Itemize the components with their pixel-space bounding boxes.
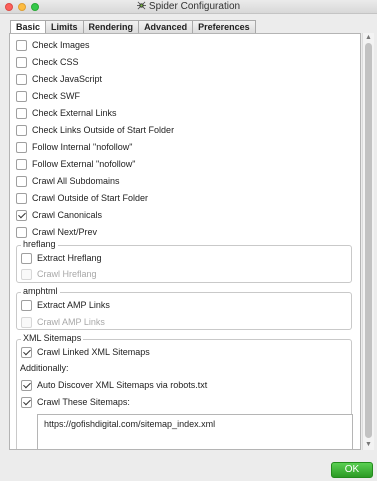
option-label: Auto Discover XML Sitemaps via robots.tx… [37,380,208,390]
option-crawl-hreflang: Crawl Hreflang [21,268,97,280]
spider-icon [136,1,146,10]
ok-button[interactable]: OK [331,462,373,478]
crawl-linked-xml-sitemaps-checkbox[interactable] [21,346,32,358]
option-label: Check Images [32,40,90,50]
scroll-up-icon[interactable]: ▲ [365,34,372,42]
option-label: Follow Internal "nofollow" [32,142,133,152]
crawl-these-sitemaps-checkbox[interactable] [21,396,32,408]
crawl-outside-start-folder-checkbox[interactable] [16,192,27,204]
option-check-javascript[interactable]: Check JavaScript [16,73,102,85]
xml-sitemaps-group-title: XML Sitemaps [21,333,84,344]
option-crawl-all-subdomains[interactable]: Crawl All Subdomains [16,175,120,187]
option-label: Check JavaScript [32,74,103,84]
option-crawl-linked-xml-sitemaps[interactable]: Crawl Linked XML Sitemaps [21,346,150,358]
window-title-wrap: Spider Configuration [0,1,377,12]
option-label: Crawl Hreflang [37,269,97,279]
additionally-label: Additionally: [20,363,69,373]
check-css-checkbox[interactable] [16,56,27,68]
option-label: Crawl Linked XML Sitemaps [37,347,150,357]
title-bar: Spider Configuration [0,0,377,14]
crawl-hreflang-checkbox [21,268,32,280]
option-crawl-outside-start-folder[interactable]: Crawl Outside of Start Folder [16,192,148,204]
option-label: Check SWF [32,91,81,101]
option-check-swf[interactable]: Check SWF [16,90,80,102]
option-label: Crawl AMP Links [37,317,105,327]
tab-basic[interactable]: Basic [10,20,47,34]
option-crawl-amp-links: Crawl AMP Links [21,316,105,328]
tab-bar: Basic Limits Rendering Advanced Preferen… [10,20,256,34]
follow-external-nofollow-checkbox[interactable] [16,158,27,170]
option-label: Crawl Outside of Start Folder [32,193,149,203]
follow-internal-nofollow-checkbox[interactable] [16,141,27,153]
scroll-thumb[interactable] [365,43,372,438]
option-auto-discover-xml-sitemaps[interactable]: Auto Discover XML Sitemaps via robots.tx… [21,379,207,391]
option-label: Extract Hreflang [37,253,102,263]
option-crawl-these-sitemaps[interactable]: Crawl These Sitemaps: [21,396,130,408]
tab-rendering[interactable]: Rendering [83,20,140,34]
scroll-down-icon[interactable]: ▼ [365,441,372,449]
option-label: Check CSS [32,57,79,67]
hreflang-group-title: hreflang [21,239,58,250]
check-images-checkbox[interactable] [16,39,27,51]
option-crawl-canonicals[interactable]: Crawl Canonicals [16,209,102,221]
option-check-css[interactable]: Check CSS [16,56,79,68]
crawl-canonicals-checkbox[interactable] [16,209,27,221]
check-links-outside-start-folder-checkbox[interactable] [16,124,27,136]
check-swf-checkbox[interactable] [16,90,27,102]
basic-settings-panel: Check Images Check CSS Check JavaScript … [9,33,361,450]
option-label: Check External Links [32,108,117,118]
crawl-next-prev-checkbox[interactable] [16,226,27,238]
crawl-amp-links-checkbox [21,316,32,328]
option-crawl-next-prev[interactable]: Crawl Next/Prev [16,226,97,238]
sitemap-urls-textarea[interactable]: https://gofishdigital.com/sitemap_index.… [37,414,353,449]
tab-preferences[interactable]: Preferences [193,20,256,34]
extract-amp-links-checkbox[interactable] [21,299,32,311]
option-check-external-links[interactable]: Check External Links [16,107,117,119]
tab-advanced[interactable]: Advanced [139,20,194,34]
option-label: Crawl All Subdomains [32,176,120,186]
option-check-images[interactable]: Check Images [16,39,90,51]
option-label: Extract AMP Links [37,300,110,310]
option-check-links-outside-start-folder[interactable]: Check Links Outside of Start Folder [16,124,174,136]
option-extract-amp-links[interactable]: Extract AMP Links [21,299,110,311]
amphtml-group-title: amphtml [21,286,60,297]
panel-scrollbar[interactable]: ▲ ▼ [362,33,374,450]
option-label: Crawl Canonicals [32,210,103,220]
option-follow-external-nofollow[interactable]: Follow External "nofollow" [16,158,135,170]
auto-discover-xml-sitemaps-checkbox[interactable] [21,379,32,391]
option-extract-hreflang[interactable]: Extract Hreflang [21,252,102,264]
window-title: Spider Configuration [148,1,241,12]
option-follow-internal-nofollow[interactable]: Follow Internal "nofollow" [16,141,132,153]
extract-hreflang-checkbox[interactable] [21,252,32,264]
crawl-all-subdomains-checkbox[interactable] [16,175,27,187]
option-label: Check Links Outside of Start Folder [32,125,175,135]
option-label: Crawl These Sitemaps: [37,397,130,407]
check-javascript-checkbox[interactable] [16,73,27,85]
option-label: Crawl Next/Prev [32,227,98,237]
tab-limits[interactable]: Limits [46,20,84,34]
check-external-links-checkbox[interactable] [16,107,27,119]
option-label: Follow External "nofollow" [32,159,136,169]
